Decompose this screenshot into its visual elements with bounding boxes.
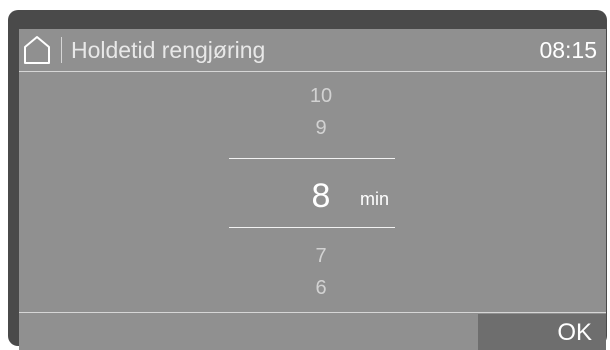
picker-option-9[interactable]: 9	[291, 116, 351, 140]
header-divider	[61, 37, 62, 63]
picker-option-7[interactable]: 7	[291, 244, 351, 268]
time-picker[interactable]: 10 9 8 min 7 6	[19, 72, 606, 312]
selection-line-top	[229, 158, 395, 159]
page-title: Holdetid rengjøring	[71, 37, 266, 63]
clock: 08:15	[539, 37, 597, 63]
home-button[interactable]	[21, 35, 53, 65]
picker-option-6[interactable]: 6	[291, 276, 351, 300]
picker-selected-value[interactable]: 8	[291, 176, 351, 216]
control-panel-screen: Holdetid rengjøring 08:15 10 9 8 min 7 6…	[19, 29, 606, 350]
picker-option-10[interactable]: 10	[291, 84, 351, 108]
device-bezel: Holdetid rengjøring 08:15 10 9 8 min 7 6…	[8, 10, 607, 350]
ok-button[interactable]: OK	[478, 314, 606, 350]
selection-line-bottom	[229, 227, 395, 228]
picker-unit-label: min	[360, 189, 390, 209]
footer-bar: OK	[19, 312, 606, 350]
header-bar: Holdetid rengjøring 08:15	[19, 29, 606, 72]
home-icon	[24, 36, 50, 64]
